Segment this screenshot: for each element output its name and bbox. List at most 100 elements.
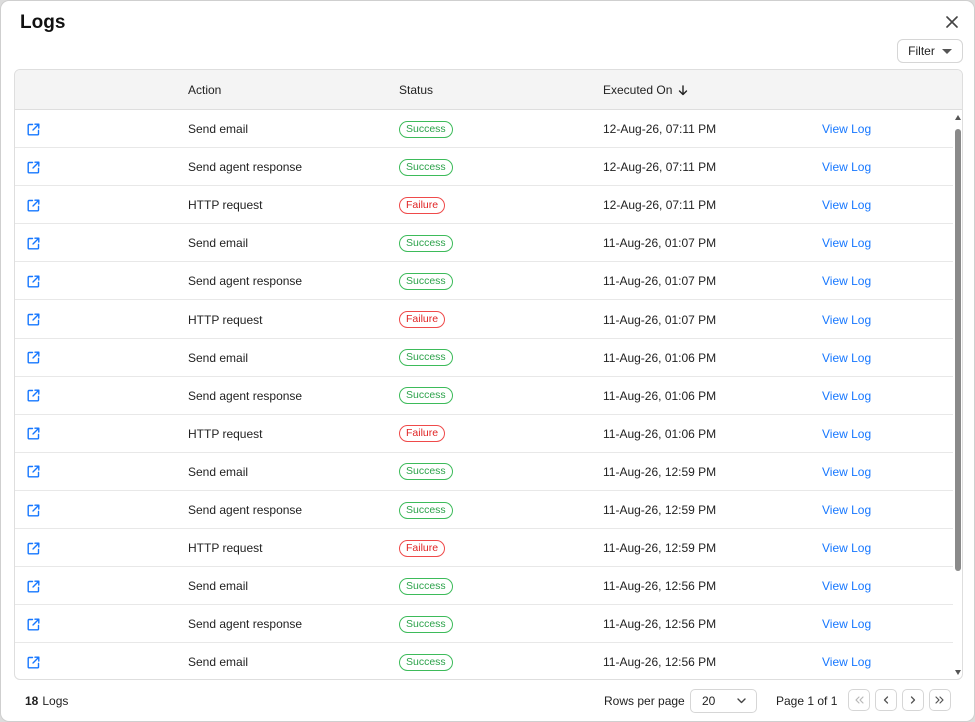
action-cell: Send agent response [188,160,303,175]
status-badge: Success [399,387,453,405]
view-log-link[interactable]: View Log [822,643,871,679]
view-log-link[interactable]: View Log [822,186,871,224]
open-log-button[interactable] [27,148,41,186]
open-log-button[interactable] [27,301,41,339]
open-log-button[interactable] [27,643,41,679]
open-log-button[interactable] [27,415,41,453]
status-cell: Success [399,567,453,605]
view-log-link[interactable]: View Log [822,605,871,643]
external-link-icon [27,275,40,288]
status-badge: Failure [399,311,446,328]
external-link-icon [27,465,40,478]
executed-on-cell: 11-Aug-26, 01:06 PM [603,350,717,365]
external-link-icon [27,542,40,555]
table-row: Send email Success 11-Aug-26, 12:59 PM View… [15,453,953,491]
view-log-link[interactable]: View Log [822,529,871,567]
table-row: Send email Success 11-Aug-26, 01:07 PM View… [15,224,953,263]
view-log-link[interactable]: View Log [822,224,871,262]
executed-on-cell: 11-Aug-26, 12:59 PM [603,464,717,479]
close-icon [946,16,958,28]
view-log-link[interactable]: View Log [822,567,871,605]
open-log-button[interactable] [27,491,41,529]
scroll-up-arrow-icon[interactable] [955,115,961,120]
open-log-button[interactable] [27,529,41,567]
table-row: HTTP request Failure 11-Aug-26, 01:07 PM Vi… [15,301,953,339]
external-link-icon [27,504,40,516]
table-row: Send agent response Success 12-Aug-26, 07:… [15,148,953,187]
table-row: HTTP request Failure 11-Aug-26, 01:06 PM Vi… [15,415,953,453]
filter-button[interactable]: Filter [897,39,963,63]
chevron-right-icon [910,696,916,704]
status-cell: Success [399,643,453,679]
open-log-button[interactable] [27,339,41,377]
view-log-link[interactable]: View Log [822,339,871,377]
column-header-action: Action [188,83,222,97]
open-log-button[interactable] [27,110,41,148]
status-cell: Success [399,110,453,148]
status-cell: Success [399,377,453,415]
status-cell: Failure [399,186,446,224]
open-log-button[interactable] [27,224,41,262]
chevrons-right-icon [935,696,944,704]
rows-per-page-select[interactable]: 20 [690,689,757,713]
logs-table: Action Status Executed On Send email Succ… [14,69,963,680]
open-log-button[interactable] [27,567,41,605]
status-badge: Success [399,653,453,671]
filter-label: Filter [908,44,935,58]
status-badge: Success [399,501,453,519]
view-log-link[interactable]: View Log [822,415,871,453]
status-badge: Success [399,577,453,595]
action-cell: HTTP request [188,426,263,441]
caret-down-icon [941,48,952,54]
status-cell: Failure [399,529,446,567]
external-link-icon [27,161,40,174]
executed-on-cell: 12-Aug-26, 07:11 PM [603,160,717,175]
table-row: Send agent response Success 11-Aug-26, 12:… [15,605,953,644]
executed-on-cell: 12-Aug-26, 07:11 PM [603,122,717,136]
status-badge: Success [399,463,453,481]
status-badge: Success [399,349,453,367]
action-cell: Send email [188,350,249,365]
executed-on-cell: 11-Aug-26, 01:06 PM [603,426,717,441]
view-log-link[interactable]: View Log [822,377,871,415]
chevrons-left-icon [855,696,864,704]
previous-page-button[interactable] [875,689,897,711]
view-log-link[interactable]: View Log [822,148,871,186]
scroll-down-arrow-icon[interactable] [955,670,961,675]
action-cell: HTTP request [188,312,263,327]
table-row: Send agent response Success 11-Aug-26, 12:… [15,491,953,529]
action-cell: HTTP request [188,198,263,213]
executed-on-cell: 11-Aug-26, 01:07 PM [603,274,717,289]
column-header-executed-on[interactable]: Executed On [603,70,688,110]
external-link-icon [27,618,40,631]
view-log-link[interactable]: View Log [822,262,871,300]
executed-on-cell: 11-Aug-26, 01:06 PM [603,388,717,403]
status-cell: Success [399,453,453,491]
scrollbar-thumb[interactable] [955,129,961,571]
executed-on-cell: 11-Aug-26, 12:56 PM [603,655,717,670]
view-log-link[interactable]: View Log [822,491,871,529]
last-page-button[interactable] [929,689,951,711]
close-button[interactable] [941,11,963,33]
table-row: Send email Success 11-Aug-26, 12:56 PM View… [15,567,953,606]
view-log-link[interactable]: View Log [822,301,871,339]
vertical-scrollbar[interactable] [954,111,962,679]
column-header-executed-on-label: Executed On [603,83,673,97]
view-log-link[interactable]: View Log [822,453,871,491]
status-cell: Success [399,605,453,643]
first-page-button[interactable] [848,689,870,711]
status-badge: Failure [399,196,446,214]
next-page-button[interactable] [902,689,924,711]
table-row: Send agent response Success 11-Aug-26, 01:… [15,262,953,301]
rows-per-page-value: 20 [702,694,716,708]
chevron-left-icon [883,696,889,704]
open-log-button[interactable] [27,186,41,224]
open-log-button[interactable] [27,605,41,643]
view-log-link[interactable]: View Log [822,110,871,148]
log-count-number: 18 [25,694,39,708]
open-log-button[interactable] [27,377,41,415]
open-log-button[interactable] [27,262,41,300]
open-log-button[interactable] [27,453,41,491]
external-link-icon [27,199,40,212]
action-cell: Send email [188,655,249,670]
